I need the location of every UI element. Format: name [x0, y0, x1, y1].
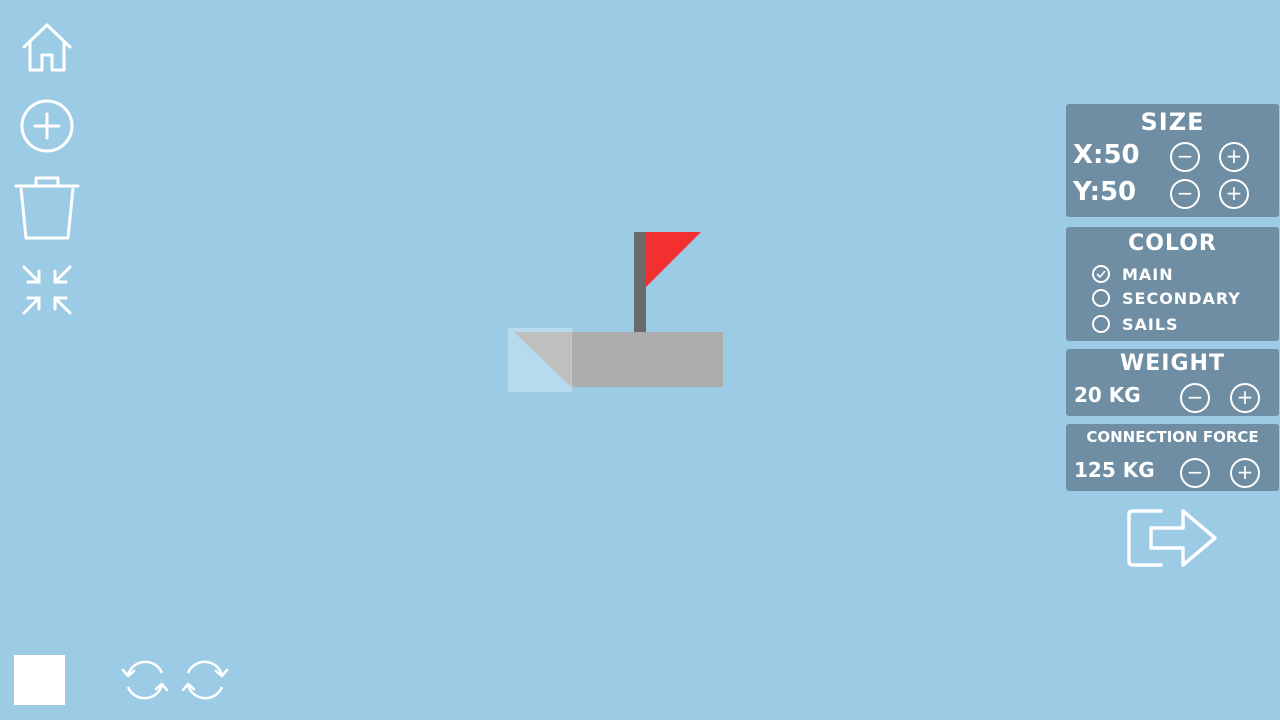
weight-title: WEIGHT: [1120, 351, 1225, 376]
color-panel: COLOR MAIN SECONDARY SAILS: [1066, 227, 1279, 341]
collapse-arrows-icon: [22, 265, 72, 315]
connection-force-minus-button[interactable]: −: [1180, 458, 1210, 488]
weight-value: 20 KG: [1074, 383, 1141, 407]
size-x-plus-button[interactable]: +: [1219, 142, 1249, 172]
weight-plus-button[interactable]: +: [1230, 383, 1260, 413]
delete-button[interactable]: [14, 174, 80, 242]
rotate-right-icon: [181, 660, 229, 700]
radio-checked-icon: [1092, 265, 1110, 283]
flag[interactable]: [646, 232, 701, 287]
connection-force-plus-button[interactable]: +: [1230, 458, 1260, 488]
size-y-plus-button[interactable]: +: [1219, 179, 1249, 209]
collapse-button[interactable]: [20, 263, 74, 317]
color-option-label: SAILS: [1122, 315, 1179, 334]
boat-canvas: [508, 232, 723, 392]
exit-arrow-icon: [1127, 509, 1217, 567]
trash-icon: [14, 176, 80, 240]
color-swatch[interactable]: [14, 655, 65, 705]
color-option-label: SECONDARY: [1122, 289, 1241, 308]
add-part-button[interactable]: [19, 98, 75, 154]
weight-panel: WEIGHT 20 KG − +: [1066, 349, 1279, 416]
color-option-label: MAIN: [1122, 265, 1174, 284]
add-circle-icon: [20, 99, 74, 153]
home-icon: [22, 23, 72, 72]
connection-force-title: CONNECTION FORCE: [1086, 428, 1259, 446]
rotate-left-button[interactable]: [120, 657, 170, 703]
radio-empty-icon: [1092, 315, 1110, 333]
hull[interactable]: [571, 332, 723, 387]
connection-force-panel: CONNECTION FORCE 125 KG − +: [1066, 424, 1279, 491]
size-x-value: X:50: [1073, 140, 1140, 170]
size-x-minus-button[interactable]: −: [1170, 142, 1200, 172]
size-title: SIZE: [1140, 108, 1205, 136]
size-y-value: Y:50: [1073, 177, 1137, 207]
mast: [634, 232, 646, 333]
exit-button[interactable]: [1125, 505, 1221, 571]
rotate-left-icon: [121, 660, 169, 700]
size-y-minus-button[interactable]: −: [1170, 179, 1200, 209]
color-title: COLOR: [1128, 231, 1217, 256]
rotate-right-button[interactable]: [180, 657, 230, 703]
radio-empty-icon: [1092, 289, 1110, 307]
connection-force-value: 125 KG: [1074, 458, 1155, 482]
size-panel: SIZE X:50 − + Y:50 − +: [1066, 104, 1279, 217]
weight-minus-button[interactable]: −: [1180, 383, 1210, 413]
home-button[interactable]: [20, 22, 74, 74]
